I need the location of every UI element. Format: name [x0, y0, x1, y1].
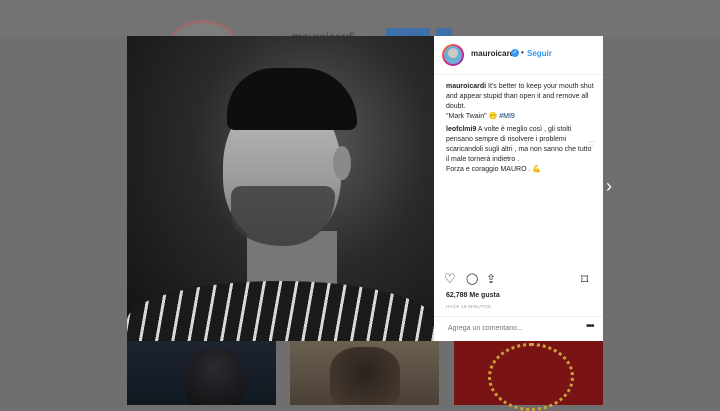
comments-list: mauroicardi It's better to keep your mou…: [446, 82, 596, 178]
share-icon[interactable]: ⇪: [486, 271, 496, 287]
avatar[interactable]: [442, 44, 464, 66]
post-photo[interactable]: [127, 36, 434, 341]
comment-username[interactable]: leofclmi9: [446, 126, 476, 133]
thumbnail-person-shape: [187, 347, 243, 405]
follow-button[interactable]: Seguir: [527, 49, 552, 58]
next-post-chevron-icon[interactable]: ›: [606, 176, 612, 197]
comment-item: leofclmi9 A volte è meglio così , gli st…: [446, 125, 596, 175]
thumbnail-dog-shape: [330, 347, 400, 405]
grid-thumbnail-2[interactable]: [290, 341, 439, 405]
separator-dot: •: [521, 48, 524, 57]
comment-text-2: Forza e coraggio MAURO . 💪: [446, 166, 542, 173]
caption: mauroicardi It's better to keep your mou…: [446, 82, 596, 122]
grid-thumbnail-1[interactable]: [127, 341, 276, 405]
post-modal: mauroicardi ✓ • Seguir mauroicardi It's …: [127, 36, 603, 341]
background-header: [0, 0, 720, 38]
caption-hashtag[interactable]: #MI9: [499, 113, 515, 120]
likes-number: 62,788: [446, 292, 468, 299]
caption-quote: "Mark Twain" 😶: [446, 113, 500, 120]
grid-thumbnail-3[interactable]: [454, 341, 603, 411]
more-options-icon[interactable]: •••: [586, 321, 594, 332]
post-username[interactable]: mauroicardi: [471, 49, 517, 58]
comment-input[interactable]: [446, 324, 570, 333]
comment-bubble-icon[interactable]: ◯: [466, 271, 478, 287]
photo-ear: [333, 146, 351, 180]
comment-like-heart-icon[interactable]: ♡: [588, 140, 595, 149]
post-header: mauroicardi ✓ • Seguir: [434, 36, 603, 75]
likes-label: Me gusta: [469, 292, 500, 299]
action-bar: ♡ ◯ ⇪ ⌑: [444, 271, 594, 289]
photo-hair: [227, 68, 357, 130]
caption-username[interactable]: mauroicardi: [446, 83, 486, 90]
verified-badge-icon: ✓: [511, 49, 519, 57]
bookmark-icon[interactable]: ⌑: [581, 271, 588, 287]
comment-bar: •••: [434, 316, 603, 342]
like-heart-icon[interactable]: ♡: [444, 271, 456, 287]
post-timestamp: HACE 19 MINUTOS: [446, 304, 492, 309]
photo-shirt: [127, 281, 434, 341]
thumbnail-ornament-shape: [488, 343, 574, 411]
likes-count[interactable]: 62,788 Me gusta: [446, 292, 500, 299]
post-sidebar: mauroicardi ✓ • Seguir mauroicardi It's …: [434, 36, 603, 341]
